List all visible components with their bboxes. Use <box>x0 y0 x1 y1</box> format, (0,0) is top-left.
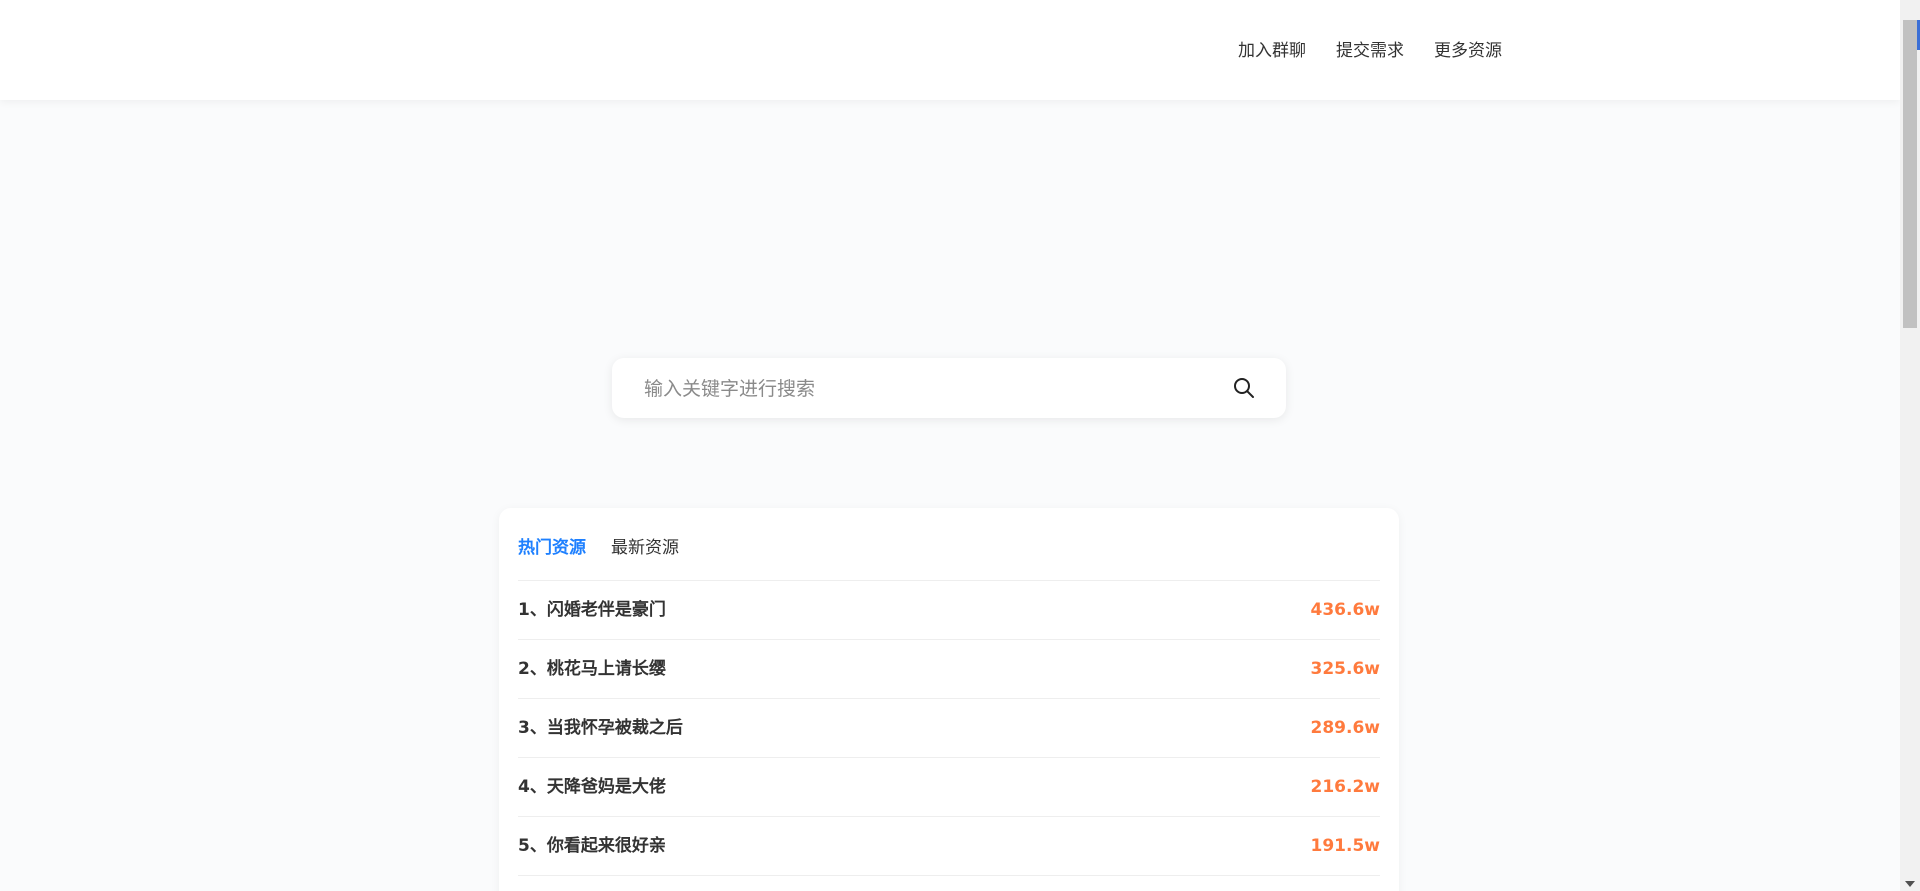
item-count: 289.6w <box>1310 718 1380 738</box>
tab-hot-resources[interactable]: 热门资源 <box>518 535 586 561</box>
item-title: 5、你看起来很好亲 <box>518 836 666 856</box>
hot-resource-list: 1、闪婚老伴是豪门 436.6w 2、桃花马上请长缨 325.6w 3、当我怀孕… <box>518 581 1380 876</box>
page-scrollbar[interactable] <box>1900 0 1920 891</box>
list-item[interactable]: 2、桃花马上请长缨 325.6w <box>518 640 1380 699</box>
list-item[interactable]: 5、你看起来很好亲 191.5w <box>518 817 1380 876</box>
list-item[interactable]: 3、当我怀孕被裁之后 289.6w <box>518 699 1380 758</box>
item-count: 325.6w <box>1310 659 1380 679</box>
page-viewport: 加入群聊 提交需求 更多资源 热门资源 最新资源 1、闪婚老伴是豪门 436.6… <box>0 0 1900 891</box>
list-item[interactable]: 1、闪婚老伴是豪门 436.6w <box>518 581 1380 640</box>
item-count: 216.2w <box>1310 777 1380 797</box>
nav-submit-request-link[interactable]: 提交需求 <box>1336 38 1404 64</box>
search-box <box>612 358 1286 420</box>
item-title: 2、桃花马上请长缨 <box>518 659 666 679</box>
item-title: 3、当我怀孕被裁之后 <box>518 718 683 738</box>
scrollbar-thumb[interactable] <box>1903 20 1917 328</box>
item-title: 4、天降爸妈是大佬 <box>518 777 666 797</box>
top-header: 加入群聊 提交需求 更多资源 <box>0 0 1900 100</box>
resource-tabs: 热门资源 最新资源 <box>518 535 679 561</box>
item-title: 1、闪婚老伴是豪门 <box>518 600 666 620</box>
list-item[interactable]: 4、天降爸妈是大佬 216.2w <box>518 758 1380 817</box>
nav-more-resources-link[interactable]: 更多资源 <box>1434 38 1502 64</box>
resource-card: 热门资源 最新资源 1、闪婚老伴是豪门 436.6w 2、桃花马上请长缨 325… <box>499 508 1399 891</box>
item-count: 436.6w <box>1310 600 1380 620</box>
nav-join-group-link[interactable]: 加入群聊 <box>1238 38 1306 64</box>
search-icon[interactable] <box>1232 376 1256 400</box>
tab-latest-resources[interactable]: 最新资源 <box>611 535 679 561</box>
top-nav: 加入群聊 提交需求 更多资源 <box>1238 38 1502 64</box>
item-count: 191.5w <box>1310 836 1380 856</box>
scroll-down-arrow-icon[interactable] <box>1905 881 1915 887</box>
search-input[interactable] <box>642 358 1206 420</box>
